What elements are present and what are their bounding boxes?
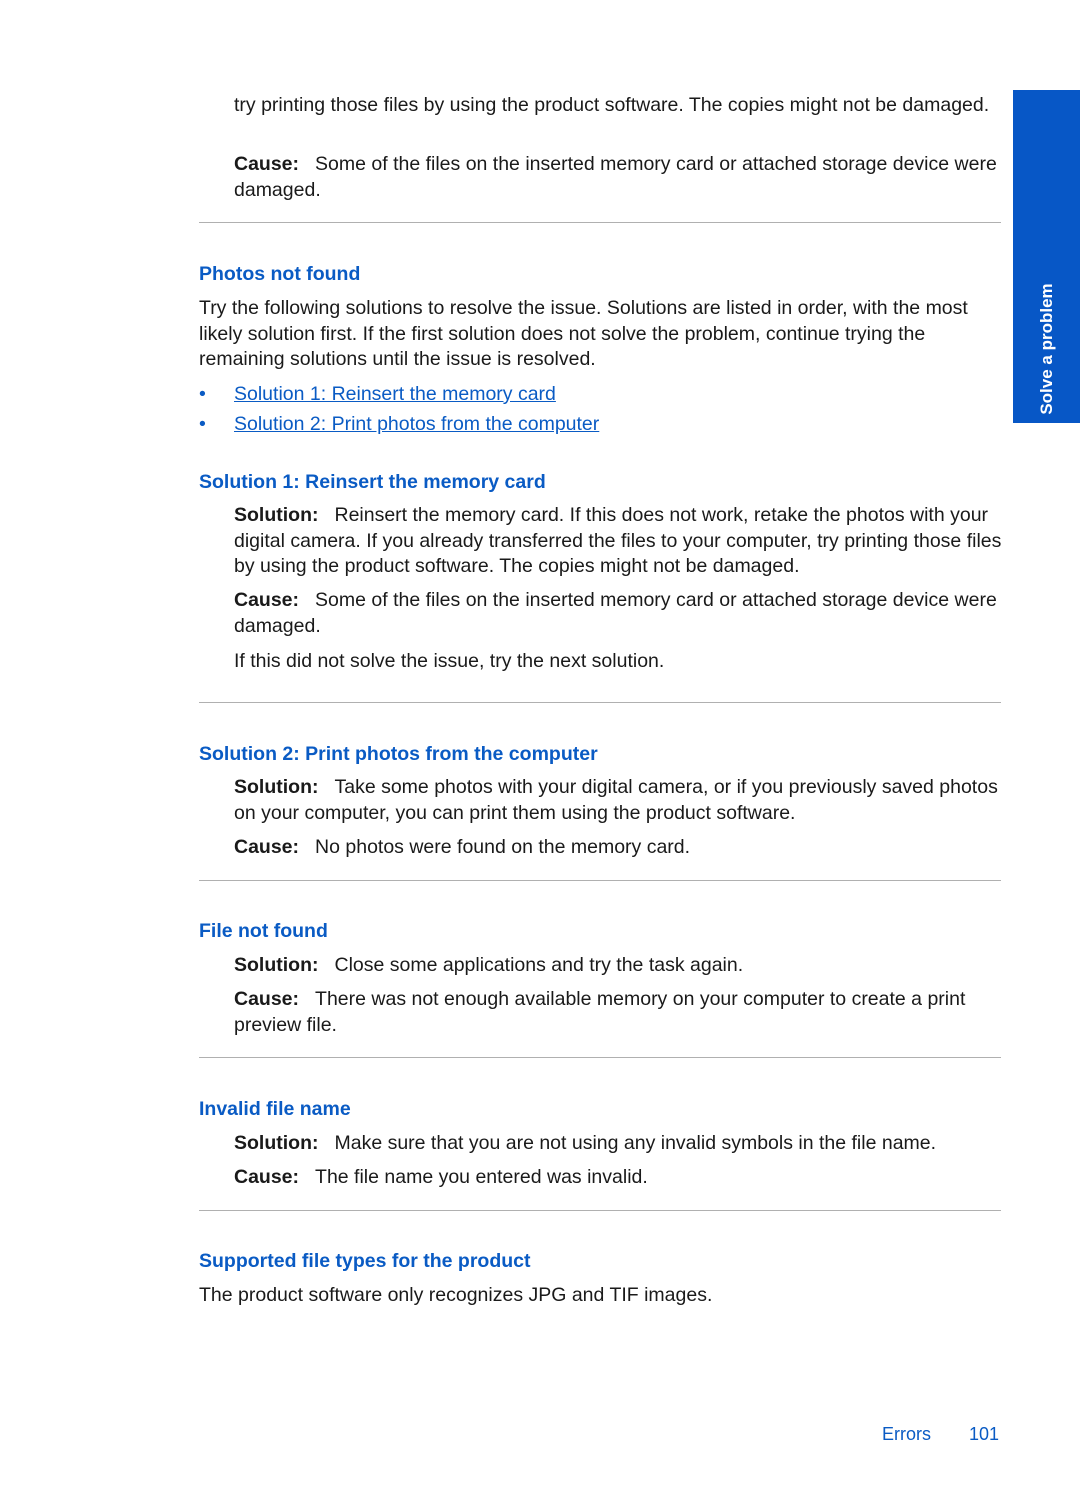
solution-2-solution: Solution: Take some photos with your digi… [234,775,1004,826]
supported-file-types-text: The product software only recognizes JPG… [199,1284,713,1306]
file-not-found-cause: Cause: There was not enough available mem… [234,987,1004,1038]
solution-text: Take some photos with your digital camer… [234,776,998,824]
cause-label: Cause: [234,836,300,858]
cause-label: Cause: [234,988,300,1010]
intro-cause: Cause: Some of the files on the inserted … [234,152,1004,203]
photos-not-found-intro: Try the following solutions to resolve t… [199,297,968,370]
solution-1-cause: Cause: Some of the files on the inserted … [234,588,1004,639]
solution-text: Make sure that you are not using any inv… [334,1132,937,1154]
invalid-file-name-cause: Cause: The file name you entered was inva… [234,1165,1004,1191]
next-solution-note: If this did not solve the issue, try the… [234,650,665,672]
bullet: • [199,413,206,435]
footer-section-name: Errors [882,1424,931,1444]
page-number: 101 [969,1424,1000,1444]
solution-label: Solution: [234,776,319,798]
list-item: • Solution 2: Print photos from the compu… [199,412,599,436]
cause-label: Cause: [234,589,300,611]
divider [199,222,1001,223]
cause-text: Some of the files on the inserted memory… [234,153,997,201]
solution-label: Solution: [234,504,319,526]
divider [199,880,1001,881]
link-solution-2[interactable]: Solution 2: Print photos from the comput… [234,413,599,435]
solution-2-cause: Cause: No photos were found on the memory… [234,835,1004,861]
cause-text: Some of the files on the inserted memory… [234,589,997,637]
cause-text: No photos were found on the memory card. [315,836,691,858]
section-heading-supported-file-types: Supported file types for the product [199,1250,531,1272]
divider [199,702,1001,703]
divider [199,1057,1001,1058]
section-heading-solution-2: Solution 2: Print photos from the comput… [199,743,598,765]
bullet: • [199,383,206,405]
cause-label: Cause: [234,153,300,175]
section-heading-invalid-file-name: Invalid file name [199,1098,351,1120]
file-not-found-solution: Solution: Close some applications and try… [234,953,1004,979]
cause-label: Cause: [234,1166,300,1188]
divider [199,1210,1001,1211]
solution-text: Close some applications and try the task… [334,954,744,976]
cause-text: The file name you entered was invalid. [315,1166,648,1188]
side-tab-label: Solve a problem [1036,282,1056,415]
invalid-file-name-solution: Solution: Make sure that you are not usin… [234,1131,1004,1157]
solution-1-solution: Solution: Reinsert the memory card. If th… [234,503,1004,580]
solution-label: Solution: [234,954,319,976]
side-tab: Solve a problem [1013,90,1080,423]
solution-text: Reinsert the memory card. If this does n… [234,504,1002,577]
section-heading-solution-1: Solution 1: Reinsert the memory card [199,471,546,493]
link-solution-1[interactable]: Solution 1: Reinsert the memory card [234,383,556,405]
list-item: • Solution 1: Reinsert the memory card [199,382,556,406]
cause-text: There was not enough available memory on… [234,988,966,1036]
solution-label: Solution: [234,1132,319,1154]
section-heading-photos-not-found: Photos not found [199,263,361,285]
intro-continuation: try printing those files by using the pr… [234,94,990,116]
section-heading-file-not-found: File not found [199,920,328,942]
